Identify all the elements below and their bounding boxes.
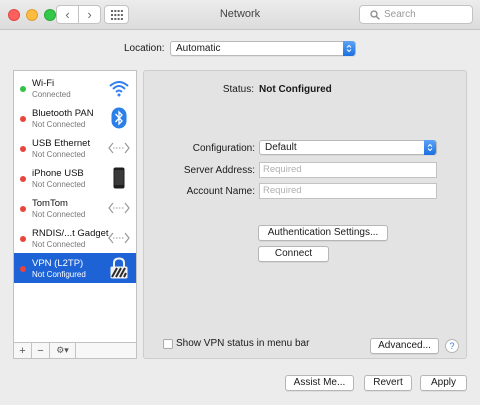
account-name-placeholder: Required: [263, 185, 302, 196]
title-bar: ‹ › Network Search: [0, 0, 480, 30]
account-name-label: Account Name:: [186, 186, 255, 197]
iphone-icon: [108, 167, 130, 189]
service-status: Not Configured: [32, 270, 86, 279]
search-icon: [370, 9, 380, 20]
status-dot: [20, 266, 26, 272]
status-dot: [20, 206, 26, 212]
close-window-button[interactable]: [8, 9, 20, 21]
server-address-placeholder: Required: [263, 164, 302, 175]
status-dot: [20, 236, 26, 242]
revert-button[interactable]: Revert: [364, 375, 412, 391]
service-list-toolbar: + − ⚙▾: [13, 343, 137, 359]
service-status: Not Connected: [32, 120, 86, 129]
chevron-left-icon: ‹: [65, 7, 70, 22]
status-dot: [20, 146, 26, 152]
ethernet-arrows-icon: [108, 137, 130, 159]
advanced-button[interactable]: Advanced...: [370, 338, 439, 354]
service-item-rndis-gadget[interactable]: RNDIS/...t Gadget Not Connected: [14, 223, 136, 253]
popup-arrows-icon: [424, 140, 436, 155]
show-vpn-status-label: Show VPN status in menu bar: [176, 338, 310, 349]
service-name: VPN (L2TP): [32, 258, 84, 269]
ethernet-arrows-icon: [108, 197, 130, 219]
connect-button[interactable]: Connect: [258, 246, 329, 262]
service-status: Not Connected: [32, 240, 86, 249]
vpn-detail-panel: Status: Not Configured Configuration: De…: [143, 70, 467, 359]
back-button[interactable]: ‹: [57, 6, 78, 23]
back-forward-group: ‹ ›: [56, 5, 101, 24]
service-name: USB Ethernet: [32, 138, 91, 149]
status-dot: [20, 116, 26, 122]
service-name: RNDIS/...t Gadget: [32, 228, 109, 239]
minimize-window-button[interactable]: [26, 9, 38, 21]
configuration-value: Default: [265, 142, 297, 153]
server-address-field[interactable]: Required: [259, 162, 437, 178]
configuration-label: Configuration:: [192, 143, 255, 154]
status-dot: [20, 176, 26, 182]
chevron-right-icon: ›: [87, 7, 92, 22]
vpn-lock-icon: [108, 257, 130, 279]
zoom-window-button[interactable]: [44, 9, 56, 21]
service-item-wifi[interactable]: Wi-Fi Connected: [14, 73, 136, 103]
location-label: Location:: [124, 43, 165, 54]
help-button[interactable]: ?: [445, 339, 459, 353]
show-all-button[interactable]: [104, 5, 129, 24]
service-item-tomtom[interactable]: TomTom Not Connected: [14, 193, 136, 223]
location-popup[interactable]: Automatic: [170, 41, 356, 56]
service-status: Not Connected: [32, 210, 86, 219]
forward-button[interactable]: ›: [78, 6, 100, 23]
show-vpn-status-checkbox[interactable]: [163, 339, 173, 349]
apply-button[interactable]: Apply: [420, 375, 467, 391]
authentication-settings-button[interactable]: Authentication Settings...: [258, 225, 388, 241]
network-preferences-window: ‹ › Network Search Location: Automatic W…: [0, 0, 480, 405]
popup-arrows-icon: [343, 41, 355, 56]
status-value: Not Configured: [259, 84, 332, 95]
service-item-usb-ethernet[interactable]: USB Ethernet Not Connected: [14, 133, 136, 163]
grid-icon: [110, 9, 123, 20]
server-address-label: Server Address:: [183, 165, 255, 176]
gear-menu-icon[interactable]: ⚙▾: [50, 343, 76, 358]
service-name: Bluetooth PAN: [32, 108, 94, 119]
ethernet-arrows-icon: [108, 227, 130, 249]
service-status: Not Connected: [32, 150, 86, 159]
add-service-button[interactable]: +: [14, 343, 32, 358]
location-value: Automatic: [176, 43, 221, 54]
service-name: TomTom: [32, 198, 68, 209]
configuration-popup[interactable]: Default: [259, 140, 437, 155]
remove-service-button[interactable]: −: [32, 343, 50, 358]
search-placeholder: Search: [384, 9, 416, 20]
wifi-icon: [108, 77, 130, 99]
service-item-vpn-l2tp[interactable]: VPN (L2TP) Not Configured: [14, 253, 136, 283]
service-status: Connected: [32, 90, 71, 99]
service-item-iphone-usb[interactable]: iPhone USB Not Connected: [14, 163, 136, 193]
status-dot: [20, 86, 26, 92]
service-status: Not Connected: [32, 180, 86, 189]
service-name: iPhone USB: [32, 168, 84, 179]
account-name-field[interactable]: Required: [259, 183, 437, 199]
search-input[interactable]: Search: [359, 5, 473, 24]
bluetooth-icon: [108, 107, 130, 129]
service-name: Wi-Fi: [32, 78, 55, 89]
service-item-bluetooth-pan[interactable]: Bluetooth PAN Not Connected: [14, 103, 136, 133]
assist-me-button[interactable]: Assist Me...: [285, 375, 354, 391]
service-list: Wi-Fi Connected Bluetooth PAN Not Connec…: [13, 70, 137, 343]
status-label: Status:: [222, 84, 254, 95]
